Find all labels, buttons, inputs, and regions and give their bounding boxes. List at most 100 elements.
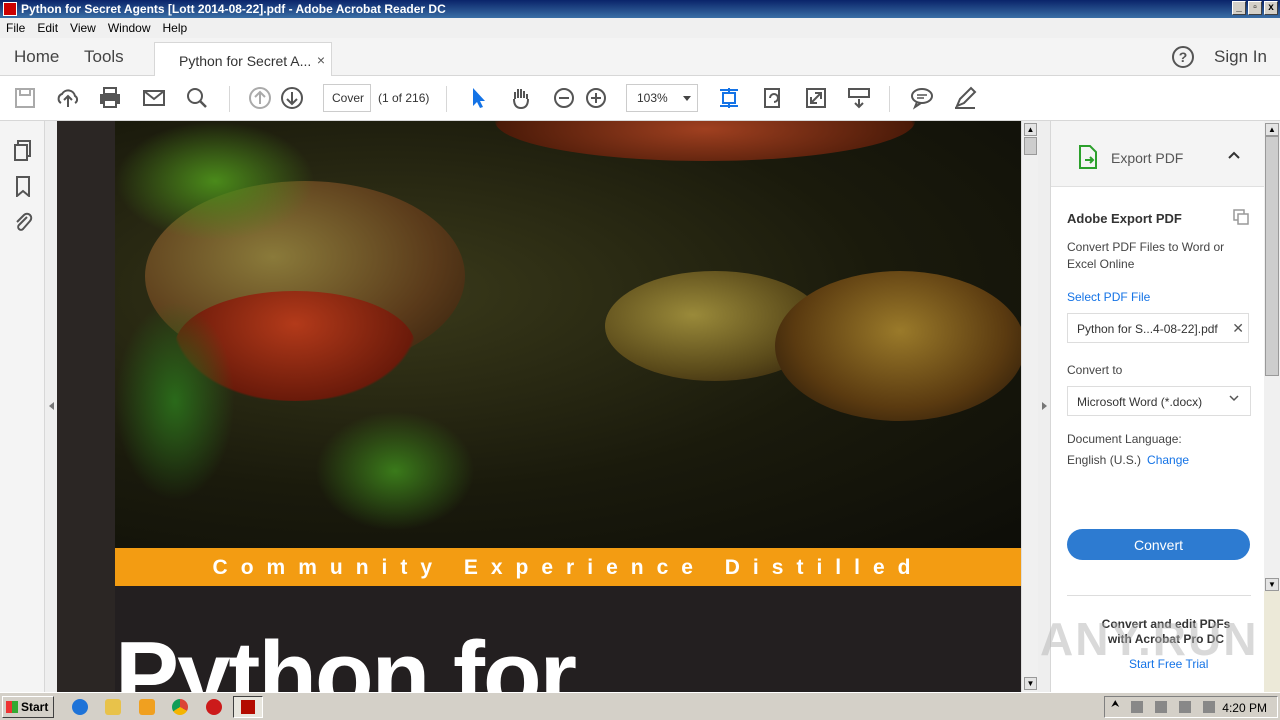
print-icon[interactable] [97,85,123,111]
network-icon[interactable] [1155,701,1167,713]
chevron-up-icon[interactable] [1227,147,1241,163]
taskbar-acrobat-button[interactable] [233,696,263,718]
scroll-up-icon[interactable]: ▲ [1265,123,1279,136]
anyrun-watermark: ANY.RUN [1040,613,1259,665]
scroll-up-icon[interactable]: ▲ [1024,123,1037,136]
format-value: Microsoft Word (*.docx) [1077,395,1203,409]
document-language-label: Document Language: [1067,432,1182,446]
email-icon[interactable] [141,85,167,111]
full-screen-icon[interactable] [803,85,829,111]
attachments-icon[interactable] [12,211,34,233]
windows-logo-icon [6,701,18,713]
selected-file-field[interactable]: Python for S...4-08-22].pdf ✕ [1067,313,1249,343]
opera-icon[interactable] [206,699,222,715]
close-window-button[interactable]: x [1264,1,1278,15]
cover-banner: Community Experience Distilled [115,548,1021,586]
chevron-down-icon [1228,392,1240,406]
zoom-in-icon[interactable] [583,85,609,111]
security-icon[interactable] [1203,701,1215,713]
menu-file[interactable]: File [0,21,31,35]
format-select[interactable]: Microsoft Word (*.docx) [1067,386,1251,416]
zoom-out-icon[interactable] [551,85,577,111]
menu-help[interactable]: Help [157,21,194,35]
scrollbar-thumb[interactable] [1265,136,1279,376]
convert-to-label: Convert to [1067,363,1123,377]
action-center-icon[interactable] [1131,701,1143,713]
tab-home[interactable]: Home [14,47,59,67]
right-pane-scrollbar[interactable]: ▲ ▼ [1264,121,1280,591]
page-up-icon[interactable] [247,85,273,111]
zoom-select[interactable]: 103% [626,84,698,112]
chevron-down-icon [683,96,691,101]
tray-expand-icon[interactable]: ⮝ [1111,699,1123,711]
system-tray: ⮝ 4:20 PM [1104,696,1278,718]
toolbar: Cover (1 of 216) 103% [0,76,1280,121]
minimize-button[interactable]: _ [1232,1,1246,15]
menu-edit[interactable]: Edit [31,21,64,35]
start-button[interactable]: Start [2,696,54,718]
select-pdf-file-link[interactable]: Select PDF File [1067,290,1150,304]
fit-page-icon[interactable] [716,85,742,111]
save-icon[interactable] [12,85,38,111]
left-navigation-rail [0,121,45,692]
cover-photo-fish [775,271,1021,421]
document-scrollbar[interactable]: ▲ ▼ [1021,121,1038,692]
volume-icon[interactable] [1179,701,1191,713]
upload-icon[interactable] [55,85,81,111]
clear-file-icon[interactable]: ✕ [1232,320,1244,337]
bookmarks-icon[interactable] [12,175,34,199]
scroll-down-icon[interactable]: ▼ [1024,677,1037,690]
acrobat-icon [241,700,255,714]
taskbar-clock[interactable]: 4:20 PM [1222,701,1267,715]
chrome-icon[interactable] [172,699,188,715]
cover-photo-plants [115,301,235,501]
right-pane-toggle[interactable] [1038,121,1050,692]
book-cover-page: Community Experience Distilled Python fo… [115,121,1021,692]
language-value: English (U.S.) [1067,453,1142,467]
export-pdf-header[interactable]: Export PDF [1051,121,1265,187]
tab-tools[interactable]: Tools [84,47,124,67]
selected-file-name: Python for S...4-08-22].pdf [1077,322,1218,336]
select-cursor-icon[interactable] [465,85,491,111]
start-label: Start [21,700,49,714]
help-icon[interactable]: ? [1172,46,1194,68]
window-title: Python for Secret Agents [Lott 2014-08-2… [21,2,446,16]
search-icon[interactable] [184,85,210,111]
document-language-row: English (U.S.) Change [1067,453,1189,467]
close-tab-icon[interactable]: × [317,52,325,68]
maximize-button[interactable]: ▫ [1248,1,1262,15]
file-explorer-icon[interactable] [105,699,121,715]
cover-photo [115,121,1021,548]
change-language-link[interactable]: Change [1147,453,1189,467]
page-number-input[interactable]: Cover [323,84,371,112]
sign-icon[interactable] [952,85,978,111]
scroll-down-icon[interactable]: ▼ [1265,578,1279,591]
export-description: Convert PDF Files to Word or Excel Onlin… [1067,240,1225,271]
media-player-icon[interactable] [139,699,155,715]
copy-icon[interactable] [1233,209,1249,225]
page-down-icon[interactable] [279,85,305,111]
window-titlebar: Python for Secret Agents [Lott 2014-08-2… [0,0,1280,18]
toolbar-separator [889,86,890,112]
pane-divider [1067,595,1251,596]
left-pane-toggle[interactable] [45,121,57,692]
scrollbar-thumb[interactable] [1024,137,1037,155]
hand-icon[interactable] [508,85,534,111]
zoom-value: 103% [637,91,668,105]
tab-bar: Home Tools Python for Secret A... × ? Si… [0,38,1280,77]
tab-document[interactable]: Python for Secret A... × [154,42,332,77]
menu-window[interactable]: Window [102,21,157,35]
document-viewport[interactable]: Community Experience Distilled Python fo… [57,121,1021,692]
rotate-icon[interactable] [760,85,786,111]
comment-icon[interactable] [909,85,935,111]
sign-in-link[interactable]: Sign In [1214,47,1267,67]
cover-photo-plants [115,121,315,241]
cover-photo-fish [495,121,915,161]
toolbar-separator [229,86,230,112]
export-pdf-header-label: Export PDF [1111,150,1184,166]
convert-button[interactable]: Convert [1067,529,1250,560]
menu-view[interactable]: View [64,21,102,35]
internet-explorer-icon[interactable] [72,699,88,715]
scroll-mode-icon[interactable] [846,85,872,111]
page-thumbnails-icon[interactable] [12,139,34,161]
